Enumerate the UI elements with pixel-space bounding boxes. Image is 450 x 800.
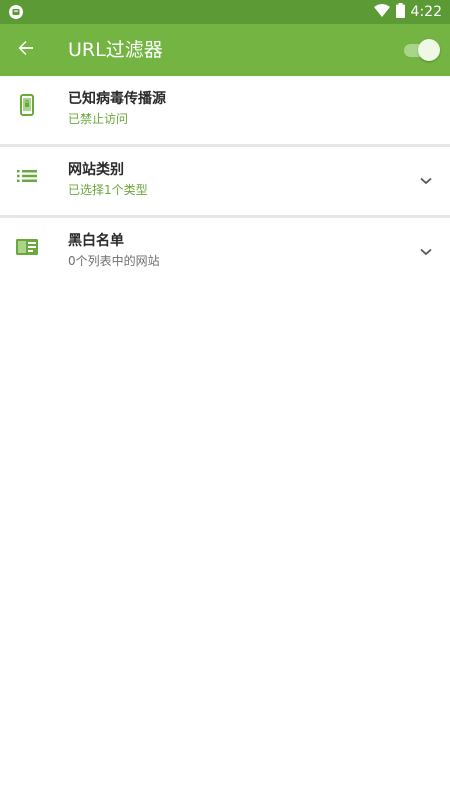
status-time: 4:22 <box>410 4 442 20</box>
item-subtitle: 0个列表中的网站 <box>68 254 160 268</box>
wifi-icon <box>373 3 390 22</box>
toggle-thumb <box>418 39 440 61</box>
url-filter-toggle[interactable] <box>404 39 440 61</box>
settings-list: 已知病毒传播源 已禁止访问 网站类别 已选择1个类型 黑白名单 0个列表中的网站 <box>0 76 450 286</box>
page-title: URL过滤器 <box>68 39 163 61</box>
card-icon <box>16 236 38 258</box>
status-right: 4:22 <box>373 0 442 24</box>
item-title: 网站类别 <box>68 162 124 178</box>
chevron-down-icon[interactable] <box>418 173 434 189</box>
item-text: 已知病毒传播源 已禁止访问 <box>68 90 400 128</box>
battery-icon <box>395 2 405 22</box>
back-button[interactable] <box>10 34 42 66</box>
list-item-website-categories[interactable]: 网站类别 已选择1个类型 <box>0 147 450 215</box>
item-text: 黑白名单 0个列表中的网站 <box>68 232 400 270</box>
app-bar: URL过滤器 <box>0 24 450 76</box>
status-bar: 4:22 <box>0 0 450 24</box>
item-title: 已知病毒传播源 <box>68 91 166 107</box>
list-icon <box>16 165 38 187</box>
chevron-down-icon[interactable] <box>418 244 434 260</box>
item-title: 黑白名单 <box>68 233 124 249</box>
list-item-black-white-list[interactable]: 黑白名单 0个列表中的网站 <box>0 218 450 286</box>
android-notification-icon <box>8 4 24 20</box>
screen: 4:22 URL过滤器 已知病毒传播源 已禁止访问 网站类别 已选择1个类型 黑… <box>0 0 450 800</box>
arrow-back-icon <box>17 39 35 61</box>
list-item-virus-sources[interactable]: 已知病毒传播源 已禁止访问 <box>0 76 450 144</box>
phone-lock-icon <box>16 94 38 116</box>
item-subtitle: 已选择1个类型 <box>68 183 148 197</box>
item-subtitle: 已禁止访问 <box>68 112 129 126</box>
item-text: 网站类别 已选择1个类型 <box>68 161 400 199</box>
